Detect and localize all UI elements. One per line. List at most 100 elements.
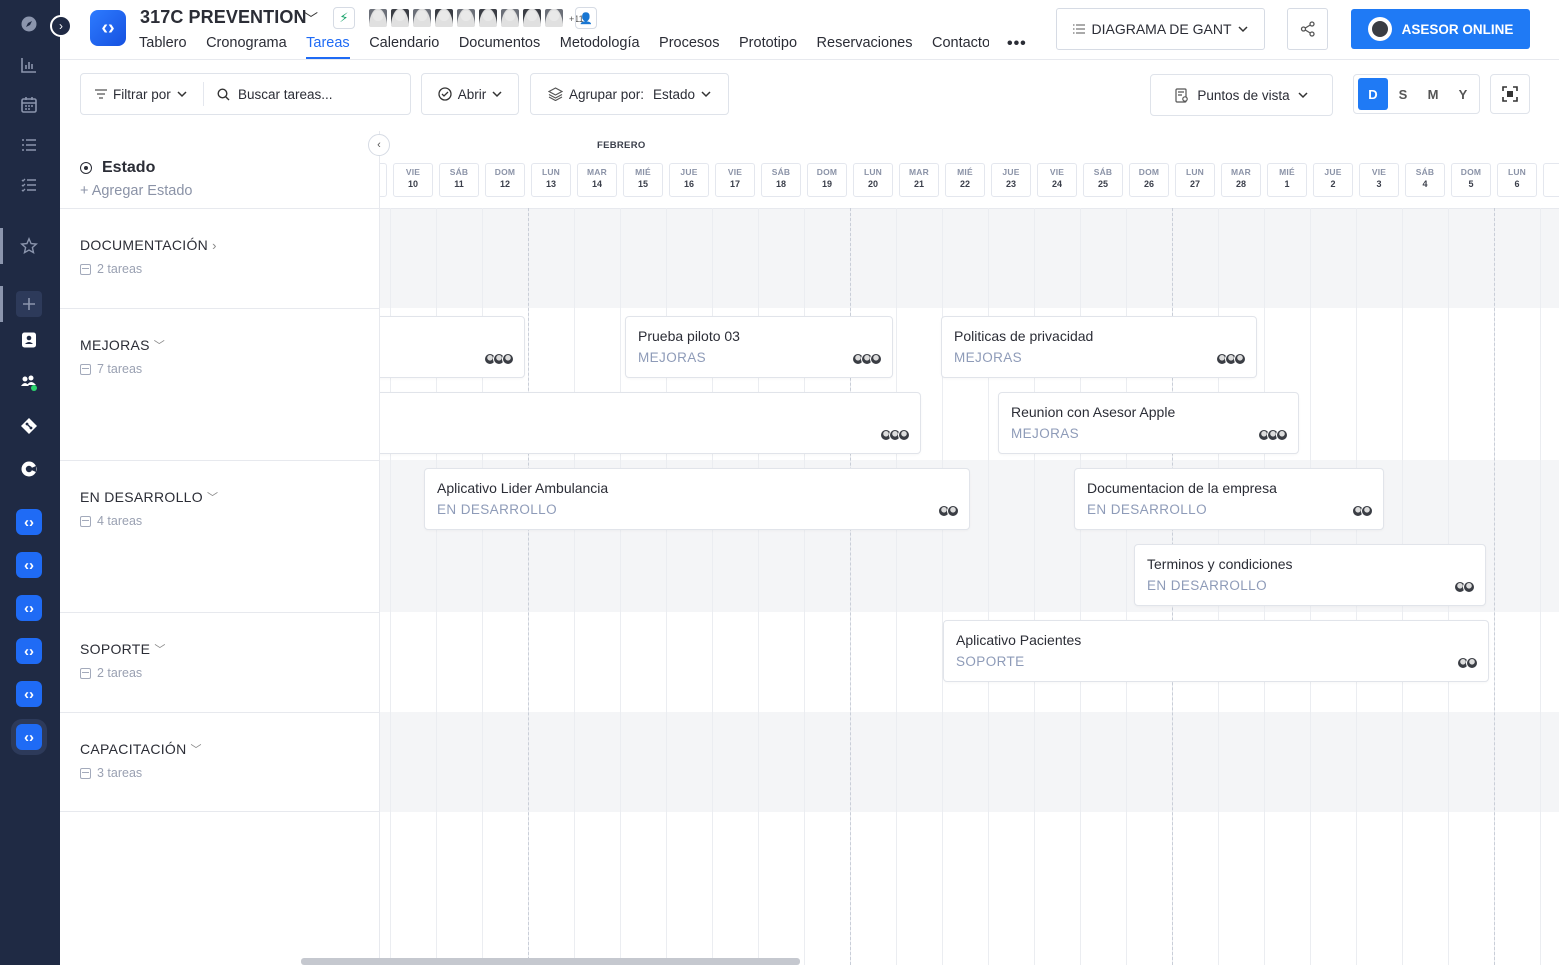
task-toolbar: Filtrar por Buscar tareas... Abrir Agrup… [60,61,1559,131]
task-bar[interactable] [380,392,921,454]
share-button[interactable] [1287,8,1328,50]
star-icon[interactable] [16,233,42,259]
task-assignees [938,505,959,517]
add-status-button[interactable]: + Agregar Estado [80,183,192,199]
group-title[interactable]: SOPORTE ﹀ [80,641,166,657]
group-field-title: Estado [80,159,192,177]
compass-icon[interactable] [16,11,42,37]
day-header-cell: SÁB 18 [761,163,801,197]
avatar [478,8,498,28]
sidebar-toggle-chevron-icon[interactable]: › [50,15,72,37]
zoom-level-switch: D S M Y [1353,74,1480,114]
group-title[interactable]: CAPACITACIÓN ﹀ [80,741,202,757]
git-icon[interactable] [16,413,42,439]
horizontal-scrollbar[interactable] [301,958,800,965]
add-user-icon[interactable]: 👤 [575,7,597,29]
group-by-button[interactable]: Agrupar por: Estado [530,73,729,115]
day-header-cell: DOM 19 [807,163,847,197]
zoom-year-button[interactable]: Y [1448,78,1478,110]
view-switch-button[interactable]: DIAGRAMA DE GANT [1056,8,1265,50]
task-bar[interactable]: Aplicativo Lider Ambulancia EN DESARROLL… [424,468,970,530]
team-icon[interactable] [16,370,42,396]
task-bar[interactable]: Aplicativo Pacientes SOPORTE [943,620,1489,682]
day-header-cell: DOM 26 [1129,163,1169,197]
task-bar[interactable]: Reunion con Asesor Apple MEJORAS [998,392,1299,454]
group-title[interactable]: DOCUMENTACIÓN › [80,237,217,253]
tab-documentos[interactable]: Documentos [459,35,540,59]
calendar-icon [80,767,91,779]
list-icon[interactable] [16,132,42,158]
day-header-row: VIE 10 SÁB 11 DOM 12 LUN 13 MAR 14 MIÉ 15 JUE 16 VIE 17… [380,163,1559,197]
fullscreen-button[interactable] [1490,74,1530,114]
tab-prototipo[interactable]: Prototipo [739,35,797,59]
task-assignees [852,353,882,365]
avatar [544,8,564,28]
avatar [412,8,432,28]
filter-button[interactable]: Filtrar por [81,82,204,106]
circle-logo-icon[interactable] [16,456,42,482]
plus-icon[interactable] [16,291,42,317]
group-title[interactable]: EN DESARROLLO ﹀ [80,489,218,505]
task-bar[interactable] [380,316,525,378]
calendar-icon [80,363,91,375]
tab-reservaciones[interactable]: Reservaciones [817,35,913,59]
tab-contacto[interactable]: Contacto [932,35,989,51]
top-header: ‹› 317C PREVENTION ﹀ ⚡ +11 👤 Tablero Cro… [60,0,1559,60]
chevron-down-icon[interactable]: ﹀ [304,9,318,29]
app-shortcut-icon[interactable]: ‹› [16,509,42,535]
collapse-panel-chevron-icon[interactable]: ‹ [368,134,390,156]
day-header-cell: LUN 27 [1175,163,1215,197]
zoom-month-button[interactable]: M [1418,78,1448,110]
zoom-week-button[interactable]: S [1388,78,1418,110]
open-status-button[interactable]: Abrir [421,73,519,115]
tab-metodologia[interactable]: Metodología [560,35,640,59]
checklist-icon[interactable] [16,172,42,198]
viewpoints-button[interactable]: Puntos de vista [1150,74,1333,116]
tab-cronograma[interactable]: Cronograma [206,35,287,59]
tab-tablero[interactable]: Tablero [139,35,187,59]
day-header-cell: LUN 20 [853,163,893,197]
more-tabs-icon[interactable]: ••• [1007,35,1027,59]
app-shortcut-icon[interactable]: ‹› [16,595,42,621]
member-avatars[interactable]: +11 [368,8,584,28]
document-view-icon [1175,87,1189,103]
gantt-timeline: FEBRERO VIE 10 SÁB 11 DOM 12 LUN 13 MAR 14 MIÉ 15 JU… [380,131,1559,965]
chevron-right-icon: › [212,237,217,253]
contacts-icon[interactable] [16,327,42,353]
asesor-online-button[interactable]: ASESOR ONLINE [1351,9,1530,49]
day-header-cell: MAR 28 [1221,163,1261,197]
day-header-cell: VIE 10 [393,163,433,197]
group-soporte: SOPORTE ﹀ 2 tareas [60,612,380,712]
lightning-icon[interactable]: ⚡ [333,7,355,29]
tab-calendario[interactable]: Calendario [369,35,439,59]
grid-line [620,208,621,965]
task-bar[interactable]: Terminos y condiciones EN DESARROLLO [1134,544,1486,606]
chart-icon[interactable] [16,52,42,78]
groups-panel: ‹ Estado + Agregar Estado DOCUMENTACIÓN … [60,131,390,965]
tab-tareas[interactable]: Tareas [306,35,350,59]
filter-icon [95,89,107,99]
task-assignees [1454,581,1475,593]
day-header-cell: MAR 14 [577,163,617,197]
groups-header: Estado + Agregar Estado [80,159,192,199]
task-name: Reunion con Asesor Apple [1011,404,1176,420]
app-shortcut-icon[interactable]: ‹› [16,638,42,664]
task-status: EN DESARROLLO [437,502,557,517]
task-name: Terminos y condiciones [1147,556,1293,572]
app-shortcut-icon[interactable]: ‹› [16,681,42,707]
task-bar[interactable]: Documentacion de la empresa EN DESARROLL… [1074,468,1384,530]
group-title[interactable]: MEJORAS ﹀ [80,337,165,353]
calendar-icon [80,515,91,527]
search-placeholder: Buscar tareas... [238,86,333,102]
zoom-day-button[interactable]: D [1358,78,1388,110]
calendar-icon[interactable] [16,92,42,118]
app-shortcut-icon[interactable]: ‹› [16,552,42,578]
task-bar[interactable]: Prueba piloto 03 MEJORAS [625,316,893,378]
project-title[interactable]: 317C PREVENTION [140,7,307,28]
search-input[interactable]: Buscar tareas... [204,87,333,102]
task-status: MEJORAS [1011,426,1080,441]
app-shortcut-icon-active[interactable]: ‹› [16,724,42,750]
task-bar[interactable]: Politicas de privacidad MEJORAS [941,316,1257,378]
tab-procesos[interactable]: Procesos [659,35,719,59]
task-status: SOPORTE [956,654,1025,669]
